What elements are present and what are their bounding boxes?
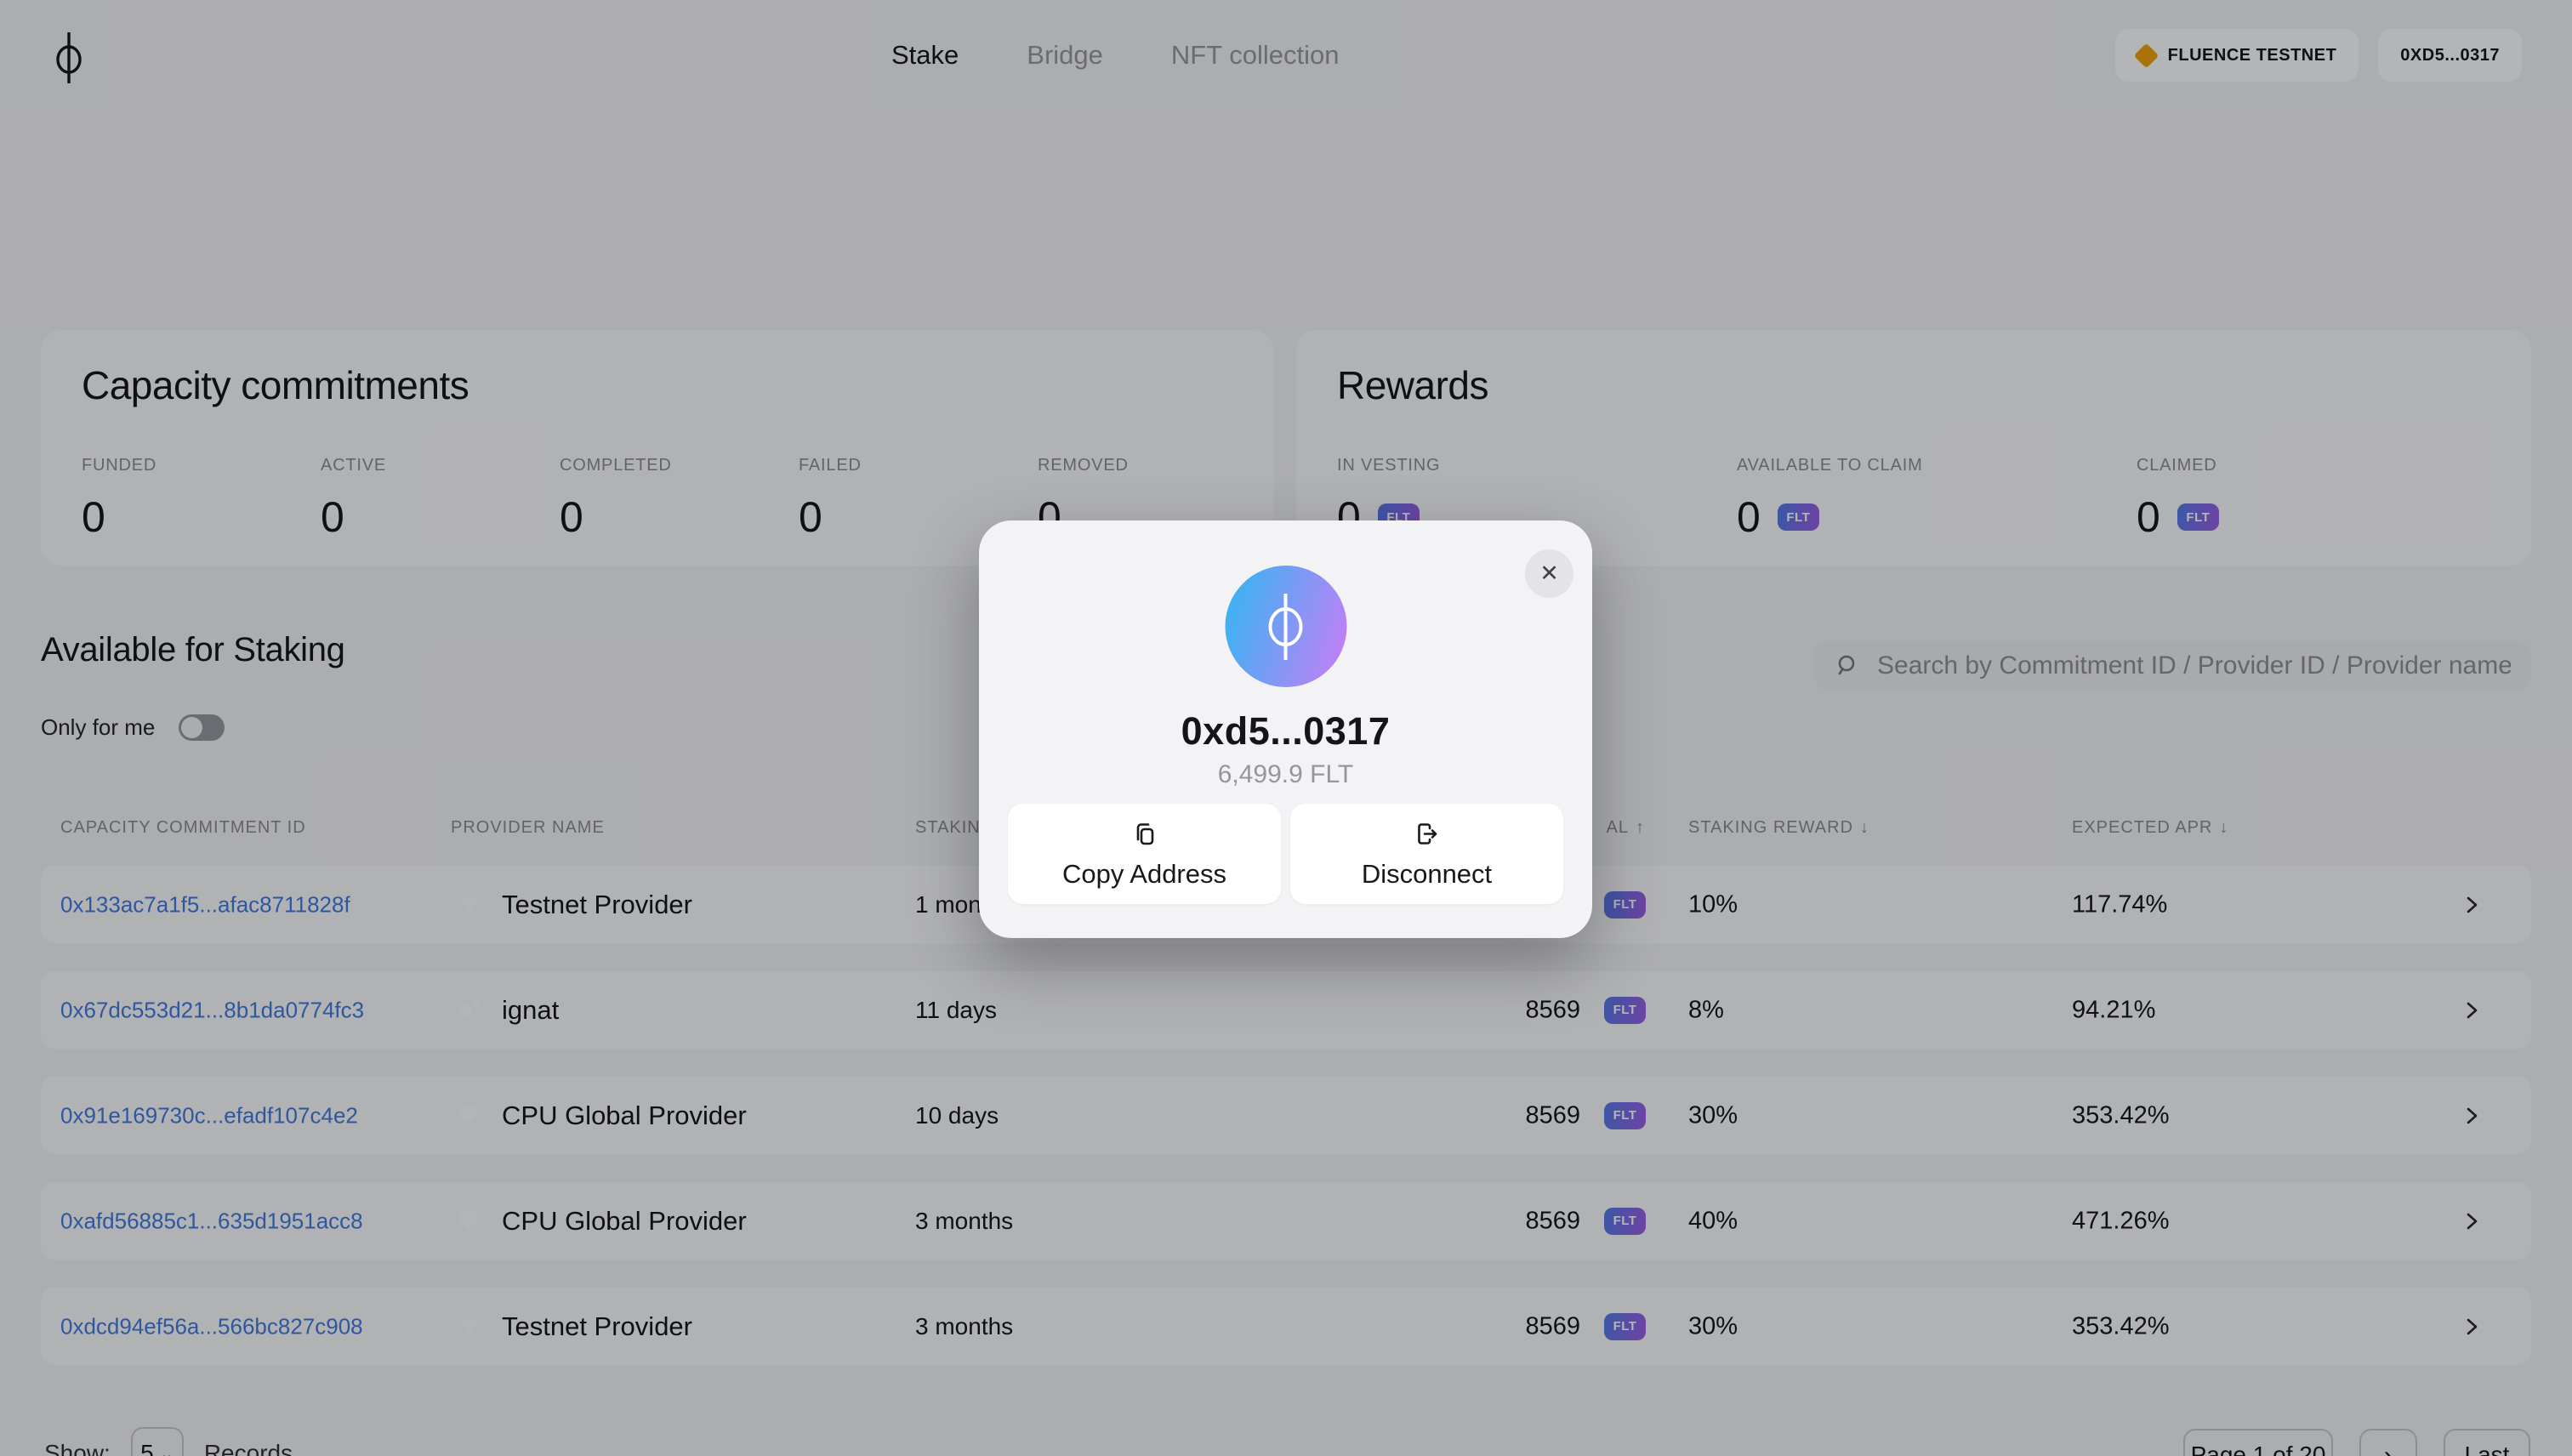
copy-icon bbox=[1129, 818, 1161, 850]
fluence-phi-icon bbox=[1260, 590, 1312, 663]
logout-icon bbox=[1411, 818, 1443, 850]
disconnect-button[interactable]: Disconnect bbox=[1290, 804, 1563, 904]
wallet-account-modal: ✕ 0xd5...0317 6,499.9 FLT Copy Address D… bbox=[979, 520, 1592, 938]
close-icon[interactable]: ✕ bbox=[1525, 549, 1573, 598]
modal-buttons: Copy Address Disconnect bbox=[1008, 804, 1563, 904]
wallet-balance: 6,499.9 FLT bbox=[979, 760, 1592, 789]
wallet-avatar bbox=[1225, 566, 1346, 687]
copy-address-button[interactable]: Copy Address bbox=[1008, 804, 1281, 904]
wallet-address: 0xd5...0317 bbox=[979, 709, 1592, 754]
